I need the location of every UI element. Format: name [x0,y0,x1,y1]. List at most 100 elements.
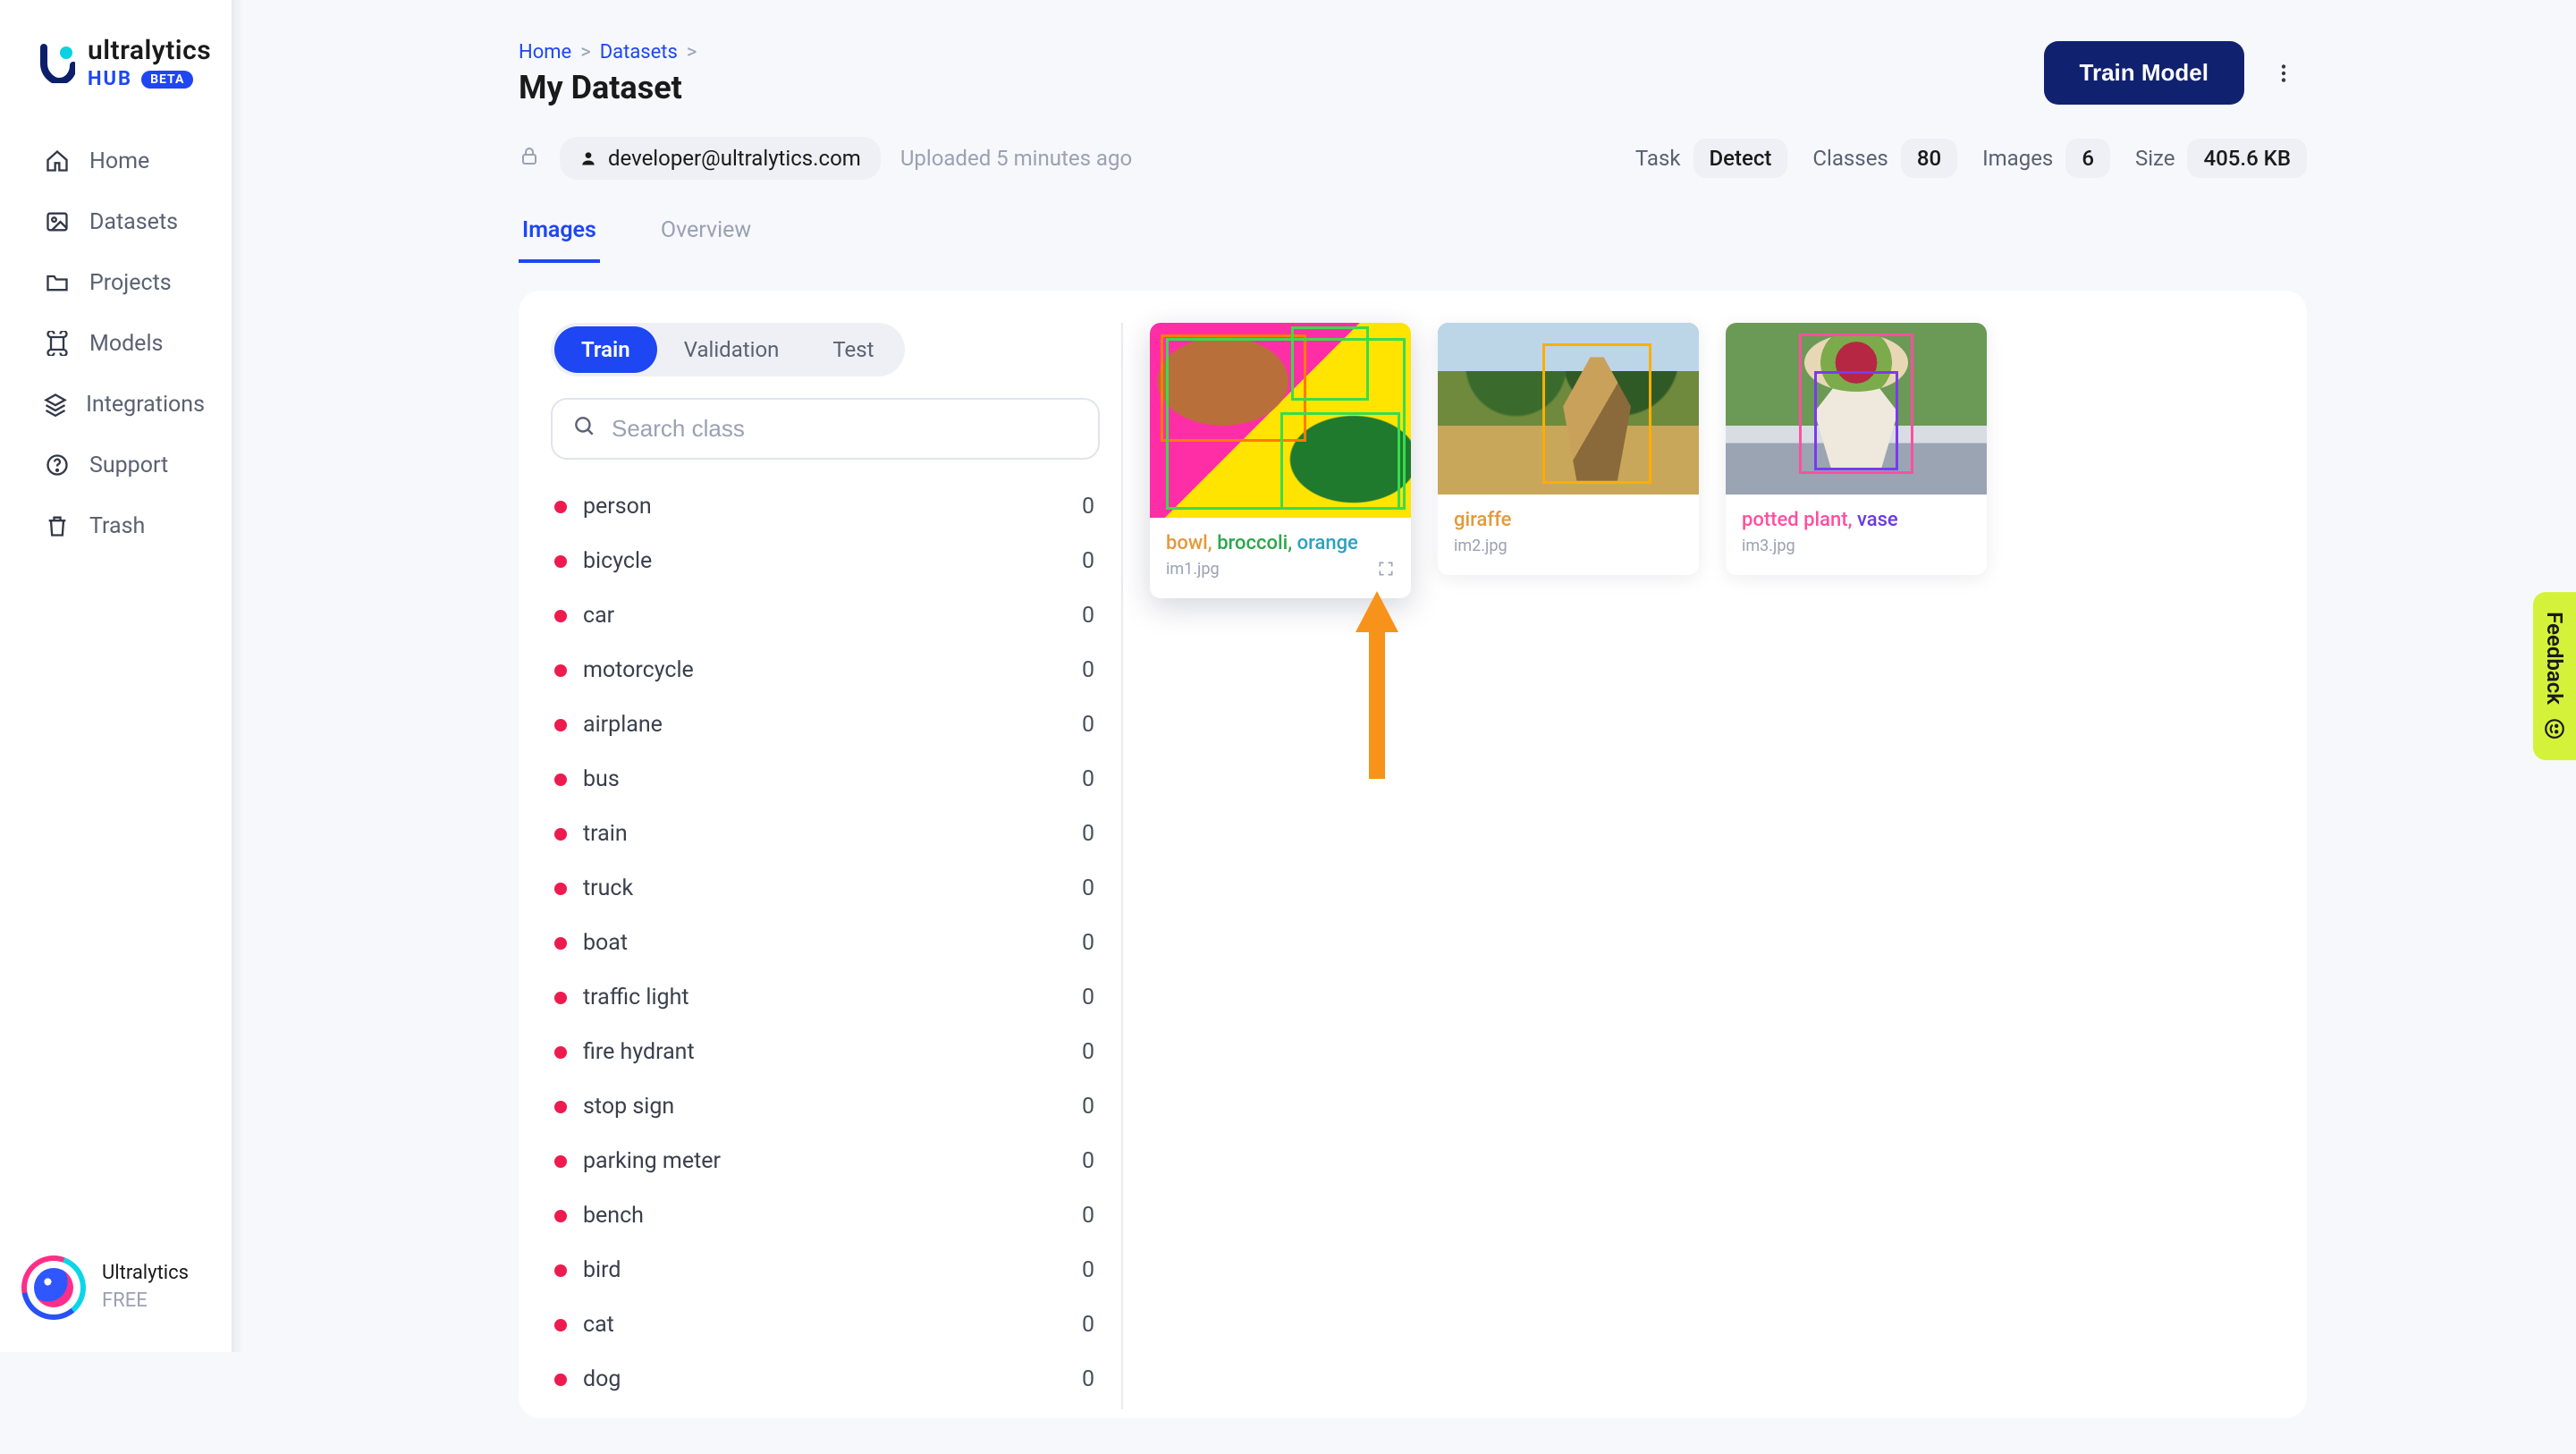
lock-icon [519,145,540,172]
class-count: 0 [1082,657,1094,683]
help-icon [43,451,72,479]
class-row[interactable]: cat0 [551,1298,1100,1352]
class-count: 0 [1082,494,1094,520]
split-validation[interactable]: Validation [657,326,807,373]
search-icon [572,414,595,444]
sidebar-item-projects[interactable]: Projects [0,252,232,313]
class-row[interactable]: person 0 [551,479,1100,534]
class-row[interactable]: bird0 [551,1243,1100,1298]
sidebar-nav: Home Datasets Projects [0,114,232,1230]
class-row[interactable]: car 0 [551,588,1100,643]
class-search[interactable] [551,398,1100,460]
stat-value: 80 [1901,139,1957,178]
class-dot-icon [554,937,567,950]
class-row[interactable]: bench0 [551,1188,1100,1243]
stat-value: 405.6 KB [2187,139,2307,178]
class-row[interactable]: fire hydrant0 [551,1025,1100,1079]
plan-footer[interactable]: Ultralytics FREE [0,1230,232,1352]
class-dot-icon [554,501,567,513]
sidebar-item-label: Models [89,331,163,357]
class-row[interactable]: dog0 [551,1352,1100,1407]
class-dot-icon [554,1374,567,1386]
breadcrumb-home[interactable]: Home [519,41,571,63]
class-row[interactable]: bus0 [551,752,1100,807]
image-tag: giraffe [1454,509,1511,531]
stat-size: Size 405.6 KB [2135,139,2307,178]
page-title: My Dataset [519,69,697,106]
tab-overview[interactable]: Overview [657,201,755,263]
image-icon [43,207,72,236]
class-dot-icon [554,719,567,731]
sidebar-item-trash[interactable]: Trash [0,495,232,556]
image-card[interactable]: bowl, broccoli, orange im1.jpg [1150,323,1411,598]
user-icon [579,149,597,167]
class-row[interactable]: airplane0 [551,697,1100,752]
brand-beta-badge: BETA [141,71,193,89]
image-filename: im3.jpg [1742,537,1971,555]
sidebar: ultralytics HUB BETA Home Datasets [0,0,232,1352]
class-name: bicycle [583,548,652,574]
stat-value: Detect [1693,139,1788,178]
class-count: 0 [1082,875,1094,901]
stat-label: Task [1635,146,1681,171]
class-count: 0 [1082,1257,1094,1283]
brand-logo[interactable]: ultralytics HUB BETA [0,0,232,114]
class-row[interactable]: train0 [551,807,1100,861]
owner-pill[interactable]: developer@ultralytics.com [560,137,881,180]
sidebar-item-label: Projects [89,270,172,296]
class-row[interactable]: parking meter0 [551,1134,1100,1188]
logo-text: ultralytics HUB BETA [88,38,211,89]
sidebar-item-datasets[interactable]: Datasets [0,191,232,252]
feedback-tab[interactable]: Feedback [2533,592,2576,760]
class-name: cat [583,1312,614,1338]
class-count: 0 [1082,603,1094,629]
train-model-button[interactable]: Train Model [2044,41,2244,105]
class-name: traffic light [583,985,689,1010]
sidebar-item-home[interactable]: Home [0,131,232,191]
class-dot-icon [554,664,567,677]
owner-email: developer@ultralytics.com [608,146,861,171]
class-row[interactable]: traffic light 0 [551,970,1100,1025]
class-row[interactable]: stop sign0 [551,1079,1100,1134]
expand-icon[interactable] [1377,557,1395,584]
class-name: truck [583,875,633,901]
class-row[interactable]: bicycle0 [551,534,1100,588]
sidebar-item-support[interactable]: Support [0,435,232,495]
class-count: 0 [1082,985,1094,1010]
image-tag: vase [1857,509,1898,531]
plan-name: Ultralytics [102,1260,189,1288]
class-sidebar: Train Validation Test person0bicycle0car… [551,323,1123,1409]
class-name: airplane [583,712,663,738]
image-card[interactable]: potted plant, vase im3.jpg [1726,323,1987,575]
class-name: car [583,603,614,629]
class-dot-icon [554,773,567,786]
brand-hub: HUB [88,70,132,89]
class-row[interactable]: motorcycle0 [551,643,1100,697]
class-row[interactable]: horse0 [551,1407,1100,1409]
class-row[interactable]: boat0 [551,916,1100,970]
sidebar-item-integrations[interactable]: Integrations [0,374,232,435]
more-menu-button[interactable] [2260,50,2307,97]
class-dot-icon [554,610,567,622]
class-list[interactable]: person0bicycle0car0motorcycle0airplane0b… [551,479,1100,1409]
image-filename: im1.jpg [1166,560,1395,579]
split-test[interactable]: Test [806,326,900,373]
class-count: 0 [1082,930,1094,956]
class-dot-icon [554,1155,567,1168]
class-search-input[interactable] [610,414,1078,444]
class-name: person [583,494,652,520]
split-pills: Train Validation Test [551,323,905,376]
image-tags: bowl, broccoli, orange [1166,532,1395,554]
class-row[interactable]: truck 0 [551,861,1100,916]
image-tag: broccoli [1217,532,1288,554]
logo-mark-icon [39,44,75,83]
split-train[interactable]: Train [554,326,657,373]
sidebar-item-models[interactable]: Models [0,313,232,374]
uploaded-text: Uploaded 5 minutes ago [900,146,1132,171]
image-thumbnail [1438,323,1699,495]
trash-icon [43,511,72,540]
tab-images[interactable]: Images [519,201,600,263]
image-card[interactable]: giraffe im2.jpg [1438,323,1699,575]
breadcrumb-datasets[interactable]: Datasets [600,41,678,63]
feedback-label: Feedback [2542,612,2567,705]
